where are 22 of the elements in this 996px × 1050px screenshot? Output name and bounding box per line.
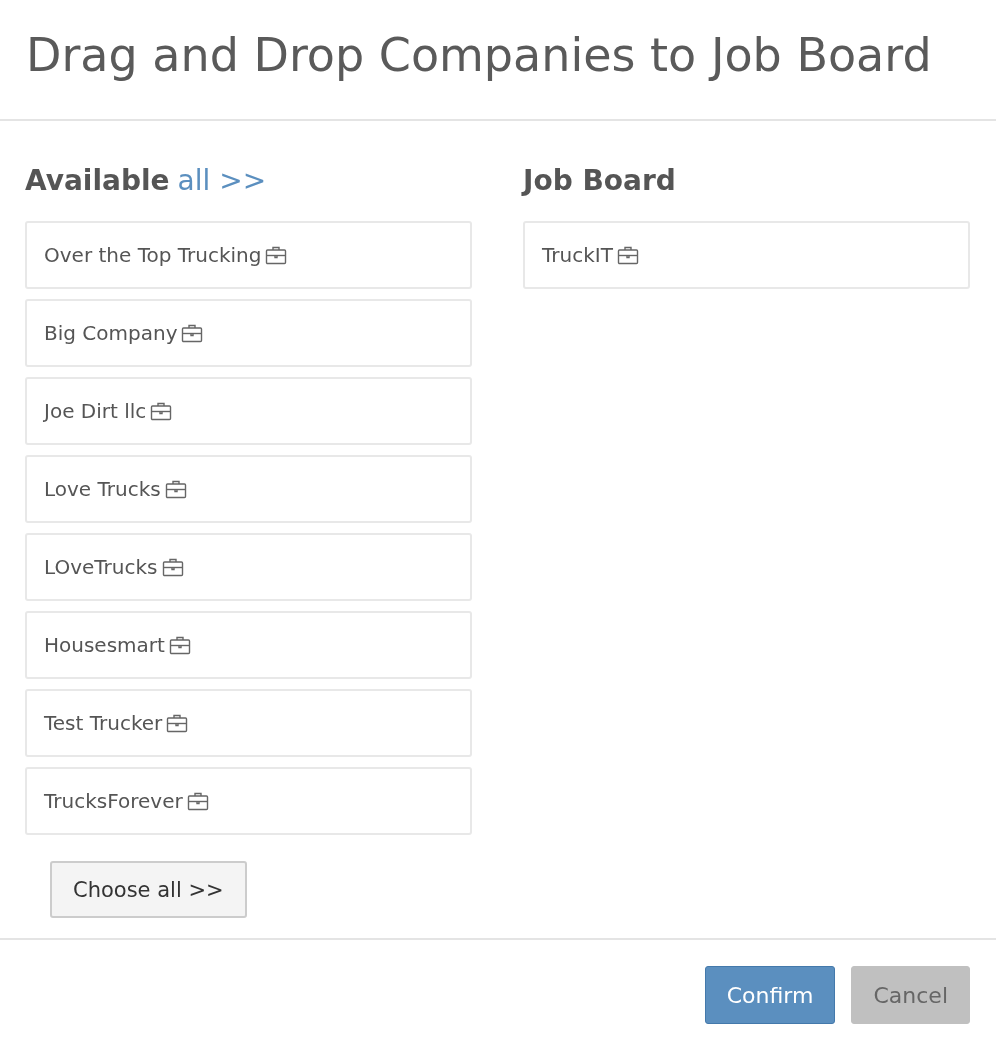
company-card[interactable]: Love Trucks xyxy=(25,455,472,523)
company-card[interactable]: LOveTrucks xyxy=(25,533,472,601)
briefcase-icon xyxy=(150,401,173,421)
company-card[interactable]: Test Trucker xyxy=(25,689,472,757)
company-card[interactable]: TrucksForever xyxy=(25,767,472,835)
briefcase-icon xyxy=(186,791,209,811)
briefcase-icon xyxy=(166,713,189,733)
briefcase-icon xyxy=(164,479,187,499)
column-heading: Available xyxy=(25,163,170,197)
briefcase-icon xyxy=(168,635,191,655)
briefcase-icon xyxy=(616,245,639,265)
choose-all-button[interactable]: Choose all >> xyxy=(50,861,247,918)
dialog-title: Drag and Drop Companies to Job Board xyxy=(0,0,996,121)
column-heading: Job Board xyxy=(523,163,676,197)
company-card[interactable]: TruckIT xyxy=(523,221,970,289)
briefcase-icon xyxy=(181,323,204,343)
company-card[interactable]: Housesmart xyxy=(25,611,472,679)
company-card[interactable]: Joe Dirt llc xyxy=(25,377,472,445)
company-card[interactable]: Over the Top Trucking xyxy=(25,221,472,289)
briefcase-icon xyxy=(161,557,184,577)
company-card[interactable]: Big Company xyxy=(25,299,472,367)
briefcase-icon xyxy=(265,245,288,265)
